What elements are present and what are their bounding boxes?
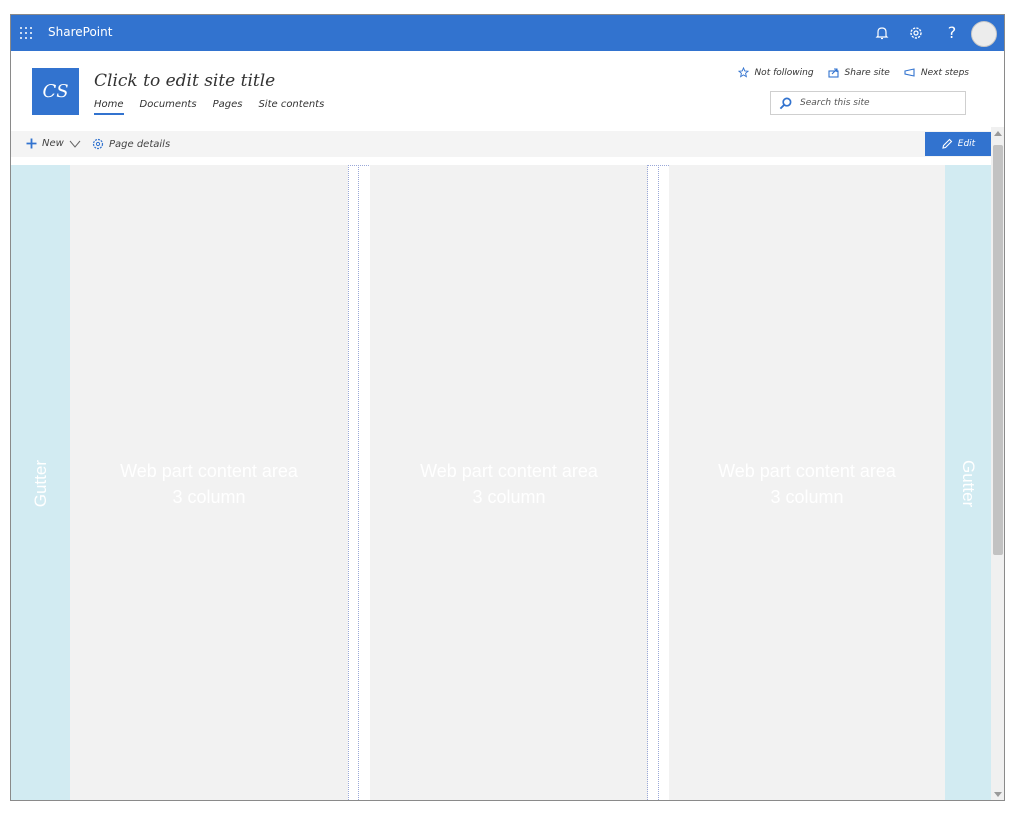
search-icon <box>779 97 792 109</box>
column-divider <box>658 165 659 800</box>
column-title: Web part content area <box>718 460 896 481</box>
browser-frame: SharePoint ? CS Click to edit site title… <box>10 14 1005 801</box>
gutter-right: Gutter <box>945 165 991 800</box>
suite-bar: SharePoint ? <box>11 15 1004 51</box>
column-subtitle: 3 column <box>472 486 546 507</box>
site-title[interactable]: Click to edit site title <box>94 71 275 91</box>
nav-item-home[interactable]: Home <box>94 99 124 115</box>
site-header: CS Click to edit site title Home Documen… <box>11 51 1004 131</box>
flag-icon <box>904 67 915 77</box>
web-part-column[interactable]: Web part content area 3 column <box>70 165 348 800</box>
page-details-label: Page details <box>109 138 171 150</box>
scroll-down-arrow[interactable] <box>994 792 1002 797</box>
search-placeholder: Search this site <box>800 98 870 108</box>
bell-icon[interactable] <box>873 24 891 42</box>
site-nav: Home Documents Pages Site contents <box>94 99 324 115</box>
vertical-scrollbar[interactable] <box>991 127 1004 800</box>
plus-icon <box>26 138 37 149</box>
help-icon[interactable]: ? <box>943 24 961 42</box>
nav-item-documents[interactable]: Documents <box>140 99 197 115</box>
star-icon <box>738 67 750 78</box>
chevron-down-icon <box>69 140 81 148</box>
gutter-left: Gutter <box>11 165 70 800</box>
edit-label: Edit <box>957 139 976 149</box>
edit-button[interactable]: Edit <box>925 132 991 156</box>
new-label: New <box>42 138 64 149</box>
gear-icon[interactable] <box>907 24 925 42</box>
nav-item-pages[interactable]: Pages <box>213 99 243 115</box>
page-details-button[interactable]: Page details <box>92 138 170 150</box>
gutter-label: Gutter <box>30 459 50 508</box>
web-part-column[interactable]: Web part content area 3 column <box>669 165 945 800</box>
site-actions: Not following Share site Next steps <box>738 67 969 78</box>
column-divider <box>647 165 648 800</box>
gutter-label: Gutter <box>959 459 978 508</box>
follow-label: Not following <box>754 67 814 78</box>
web-part-column[interactable]: Web part content area 3 column <box>370 165 648 800</box>
command-bar: New Page details <box>11 131 1004 157</box>
page-canvas: Gutter Web part content area 3 column We… <box>11 165 991 800</box>
search-box[interactable]: Search this site <box>770 91 966 115</box>
next-steps-button[interactable]: Next steps <box>904 67 969 78</box>
site-logo[interactable]: CS <box>32 68 79 115</box>
nav-item-site-contents[interactable]: Site contents <box>258 99 324 115</box>
column-title: Web part content area <box>120 460 298 481</box>
new-button[interactable]: New <box>26 138 81 149</box>
share-icon <box>827 68 839 78</box>
column-subtitle: 3 column <box>172 486 246 507</box>
next-steps-label: Next steps <box>920 67 969 78</box>
follow-button[interactable]: Not following <box>738 67 814 78</box>
avatar[interactable] <box>971 21 997 47</box>
pencil-icon <box>942 138 953 149</box>
gear-icon <box>92 138 104 150</box>
column-subtitle: 3 column <box>770 486 844 507</box>
scroll-up-arrow[interactable] <box>994 131 1002 136</box>
share-button[interactable]: Share site <box>827 67 890 78</box>
share-label: Share site <box>844 67 890 78</box>
waffle-icon[interactable] <box>19 26 33 40</box>
column-divider <box>358 165 359 800</box>
column-title: Web part content area <box>420 460 598 481</box>
column-divider <box>348 165 349 800</box>
scroll-thumb[interactable] <box>993 145 1003 555</box>
app-name[interactable]: SharePoint <box>48 25 112 39</box>
